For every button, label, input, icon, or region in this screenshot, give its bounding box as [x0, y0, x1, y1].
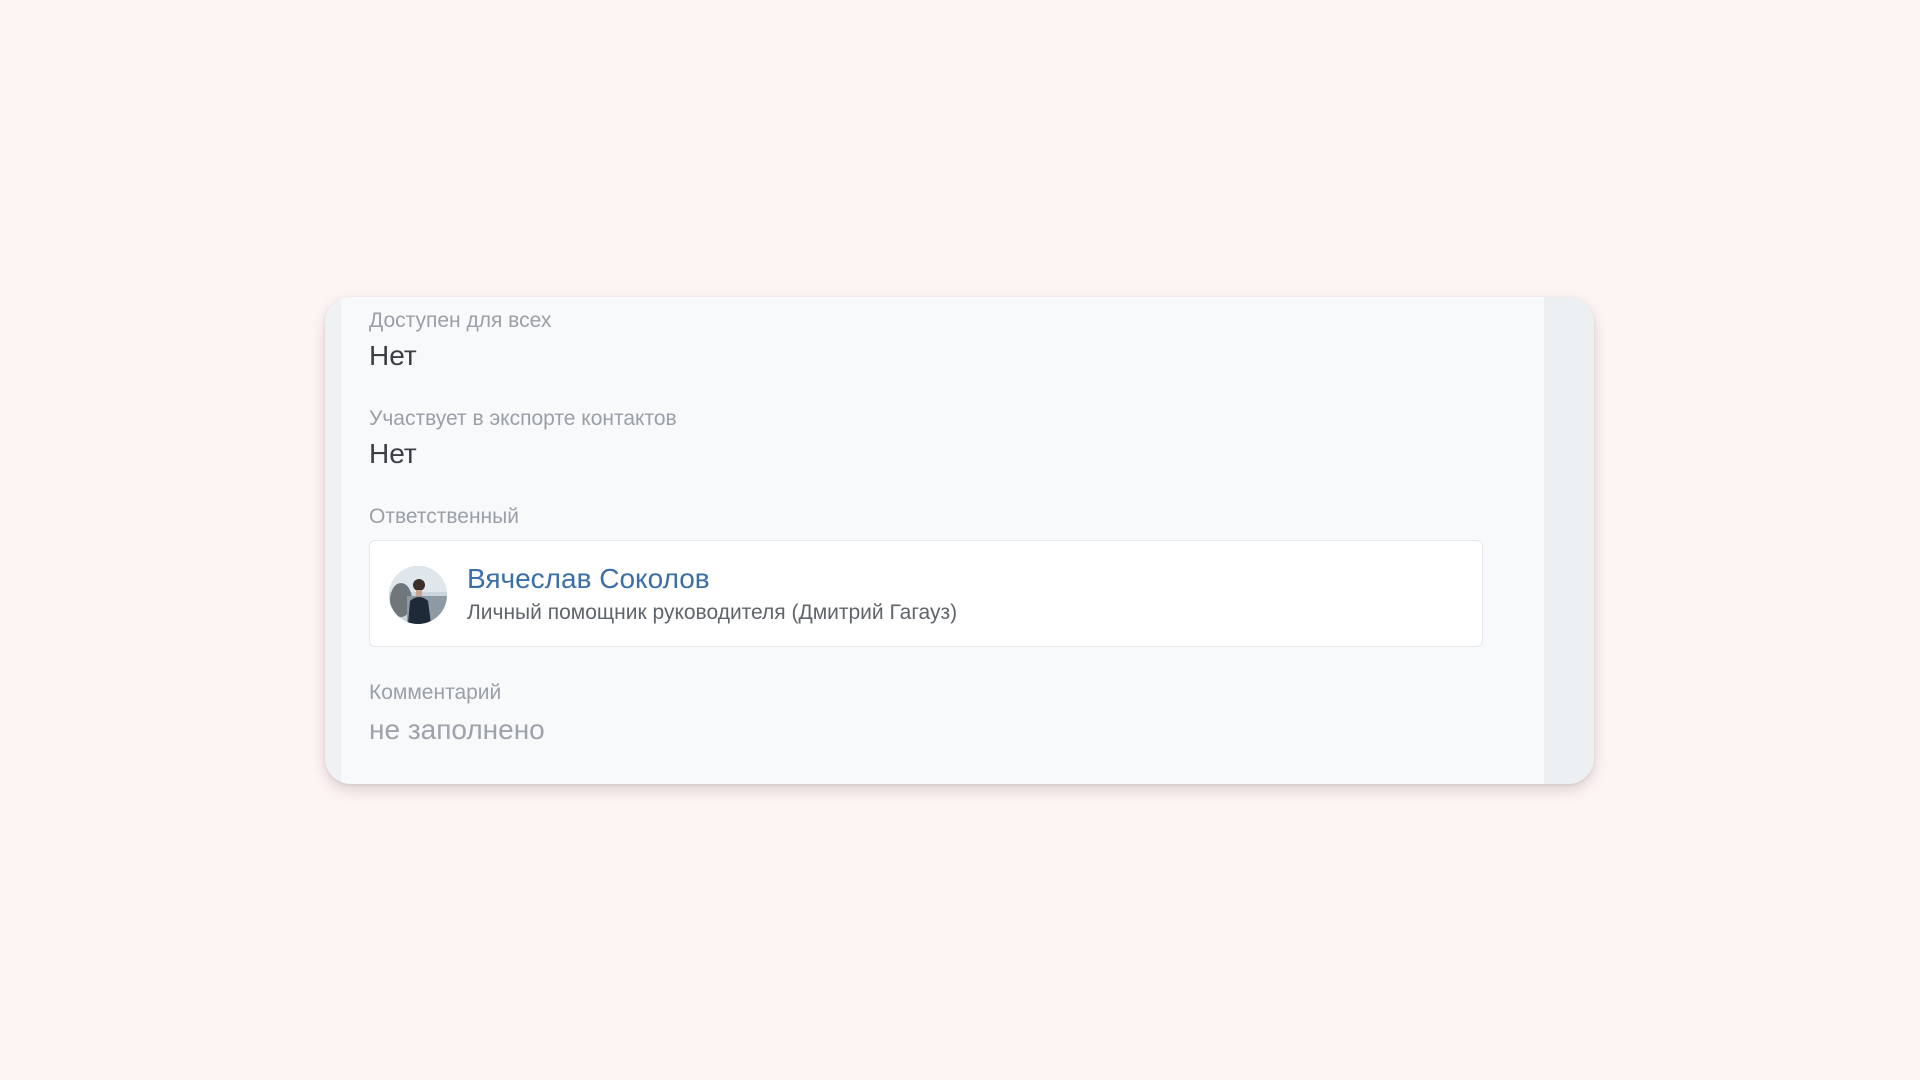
next-field-label-cut-off: ..... [369, 775, 429, 784]
responsible-label: Ответственный [369, 505, 519, 528]
export-contacts-label: Участвует в экспорте контактов [369, 407, 677, 430]
responsible-person-name[interactable]: Вячеслав Соколов [467, 563, 710, 595]
available-for-all-value: Нет [369, 340, 417, 371]
contact-details-card: Доступен для всех Нет Участвует в экспор… [325, 297, 1594, 784]
card-left-edge [325, 297, 341, 784]
responsible-person-card[interactable]: Вячеслав Соколов Личный помощник руковод… [369, 540, 1483, 647]
avatar[interactable] [389, 566, 447, 624]
export-contacts-value: Нет [369, 438, 417, 469]
comment-value: не заполнено [369, 714, 545, 745]
comment-label: Комментарий [369, 681, 502, 704]
available-for-all-label: Доступен для всех [369, 309, 552, 332]
responsible-person-position: Личный помощник руководителя (Дмитрий Га… [467, 601, 958, 624]
card-scrollbar-track[interactable] [1544, 297, 1594, 784]
